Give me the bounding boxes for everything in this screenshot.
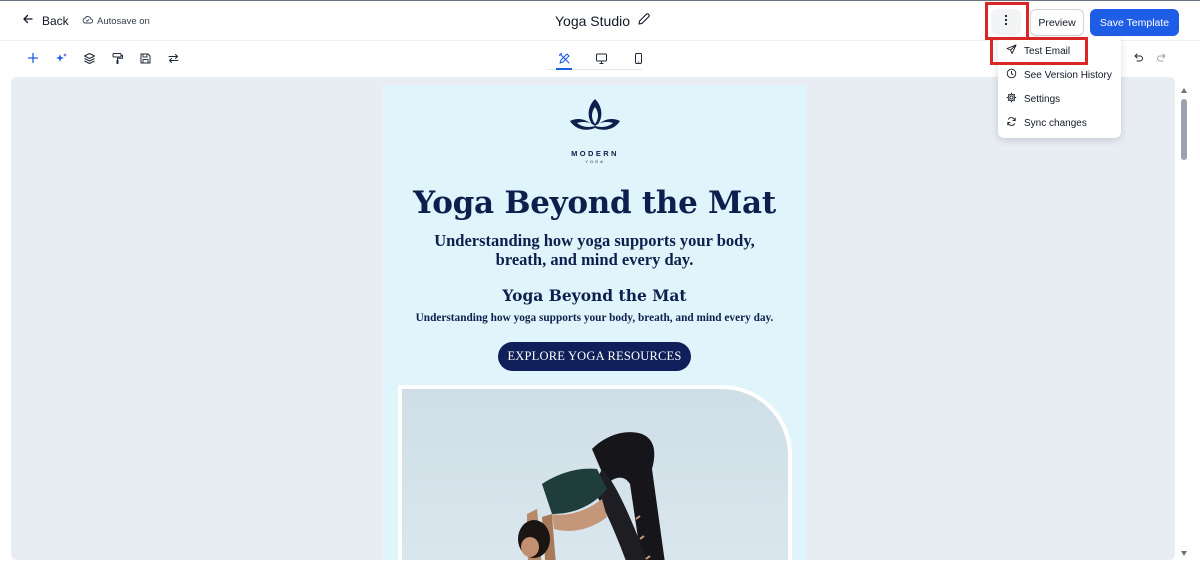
undo-icon[interactable] bbox=[1131, 51, 1145, 65]
pencil-icon[interactable] bbox=[637, 12, 651, 29]
editor-canvas[interactable]: MODERN YOGA Yoga Beyond the Mat Understa… bbox=[11, 77, 1175, 560]
save-icon[interactable] bbox=[138, 51, 152, 65]
scroll-thumb[interactable] bbox=[1181, 99, 1187, 160]
menu-item-label: Test Email bbox=[1024, 45, 1071, 57]
menu-item-test-email[interactable]: Test Email bbox=[998, 40, 1121, 62]
gear-icon bbox=[1006, 92, 1017, 106]
layers-icon[interactable] bbox=[82, 51, 96, 65]
hero-image-frame bbox=[398, 385, 792, 560]
paint-roller-icon[interactable] bbox=[110, 51, 124, 65]
hero-image[interactable] bbox=[402, 389, 788, 560]
ai-sparkle-icon[interactable] bbox=[54, 51, 68, 65]
menu-item-label: Settings bbox=[1024, 93, 1061, 105]
menu-item-label: See Version History bbox=[1024, 69, 1112, 81]
email-preview[interactable]: MODERN YOGA Yoga Beyond the Mat Understa… bbox=[383, 85, 806, 560]
email-headline: Yoga Beyond the Mat bbox=[413, 185, 776, 221]
top-bar: Back Autosave on Yoga Studio Preview Sav… bbox=[0, 0, 1200, 41]
swap-icon[interactable] bbox=[166, 51, 180, 65]
lotus-icon bbox=[568, 97, 622, 146]
template-title-text: Yoga Studio bbox=[555, 12, 630, 29]
kebab-menu-icon bbox=[1004, 13, 1008, 31]
explore-resources-button[interactable]: EXPLORE YOGA RESOURCES bbox=[498, 342, 691, 371]
active-device-indicator bbox=[556, 68, 572, 70]
history-icon bbox=[1006, 68, 1017, 82]
more-options-menu: Test Email See Version History Settings … bbox=[998, 37, 1121, 138]
menu-item-label: Sync changes bbox=[1024, 117, 1087, 129]
autosave-status: Autosave on bbox=[82, 15, 150, 27]
menu-item-sync-changes[interactable]: Sync changes bbox=[998, 112, 1121, 134]
add-icon[interactable] bbox=[26, 51, 40, 65]
logo-name: MODERN bbox=[571, 149, 619, 158]
brand-logo: MODERN YOGA bbox=[568, 97, 622, 164]
email-secondary-subheadline: Understanding how yoga supports your bod… bbox=[415, 312, 774, 324]
arrow-left-icon bbox=[22, 13, 34, 28]
preview-button[interactable]: Preview bbox=[1030, 9, 1084, 36]
yoga-pose-illustration bbox=[518, 432, 665, 560]
menu-item-version-history[interactable]: See Version History bbox=[998, 64, 1121, 86]
more-options-button[interactable] bbox=[991, 9, 1021, 35]
email-secondary-headline: Yoga Beyond the Mat bbox=[502, 286, 687, 305]
autosave-label: Autosave on bbox=[97, 15, 150, 27]
back-button[interactable]: Back bbox=[22, 13, 69, 28]
cloud-check-icon bbox=[82, 15, 94, 27]
redo-icon[interactable] bbox=[1155, 51, 1169, 65]
send-icon bbox=[1006, 44, 1017, 58]
scroll-up-arrow-icon[interactable] bbox=[1181, 88, 1187, 93]
save-template-button[interactable]: Save Template bbox=[1090, 9, 1179, 36]
menu-item-settings[interactable]: Settings bbox=[998, 88, 1121, 110]
template-title: Yoga Studio bbox=[555, 12, 651, 29]
logo-subtitle: YOGA bbox=[585, 159, 605, 164]
sync-icon bbox=[1006, 116, 1017, 130]
scroll-down-arrow-icon[interactable] bbox=[1181, 551, 1187, 556]
email-subheadline: Understanding how yoga supports your bod… bbox=[434, 231, 755, 269]
device-switcher bbox=[546, 48, 642, 70]
back-label: Back bbox=[42, 13, 69, 28]
